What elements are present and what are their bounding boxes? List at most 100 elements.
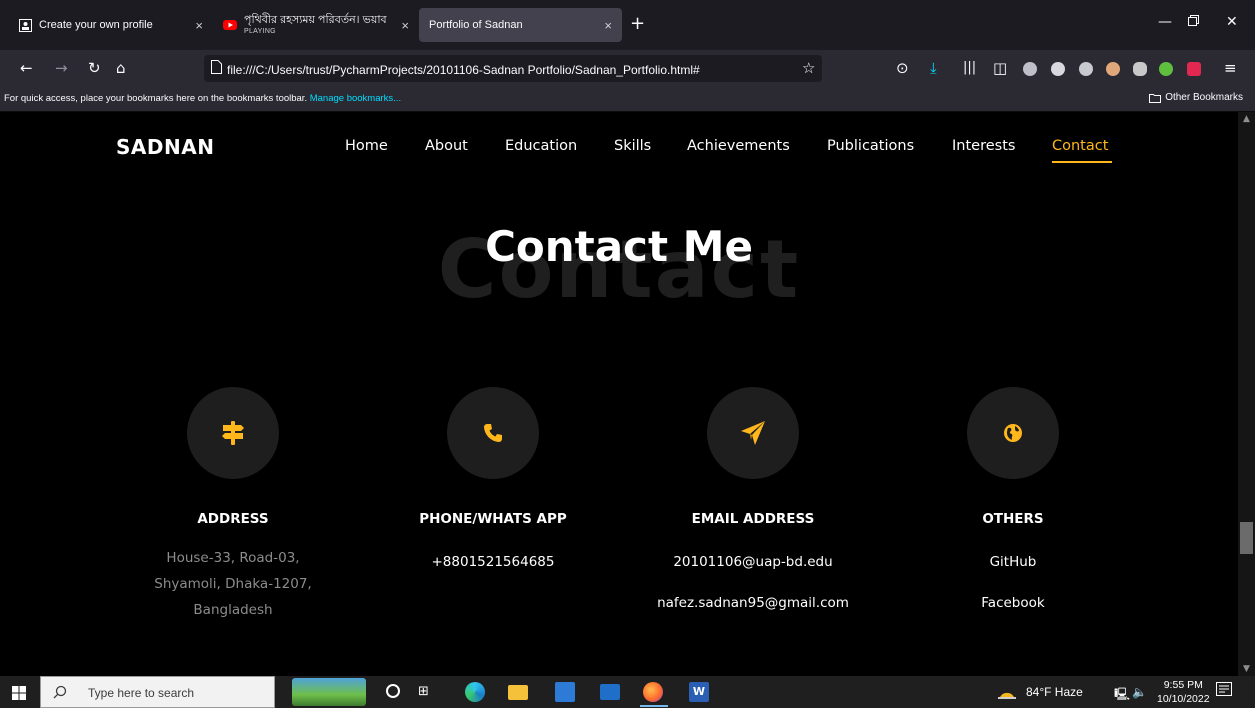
- windows-taskbar: Type here to search ⊞ W 84°F Haze 🖳 🔈 9:…: [0, 676, 1255, 708]
- word-icon[interactable]: W: [689, 682, 709, 702]
- site-logo[interactable]: SADNAN: [116, 135, 214, 159]
- page-content: SADNAN Home About Education Skills Achie…: [0, 112, 1238, 676]
- color-extension-icon[interactable]: [1159, 62, 1173, 76]
- nav-publications[interactable]: Publications: [827, 138, 914, 154]
- tab-youtube[interactable]: পৃথিবীর রহস্যময় পরিবর্তন। ভয়াব PLAYING…: [213, 8, 419, 42]
- search-icon: [53, 685, 67, 699]
- email-address[interactable]: 20101106@uap-bd.edu: [638, 552, 868, 572]
- close-tab-icon[interactable]: ×: [401, 18, 409, 33]
- contact-card-others: OTHERS GitHub Facebook: [898, 387, 1128, 613]
- globe-extension-icon[interactable]: [1051, 62, 1065, 76]
- github-link[interactable]: GitHub: [898, 552, 1128, 572]
- weather-icon: [998, 683, 1016, 702]
- phone-number[interactable]: +8801521564685: [378, 552, 608, 572]
- volume-icon[interactable]: 🔈: [1132, 685, 1147, 699]
- minimize-icon[interactable]: —: [1158, 14, 1172, 30]
- tab-title: Portfolio of Sadnan: [429, 19, 523, 31]
- contact-title: OTHERS: [982, 511, 1044, 527]
- bookmarks-toolbar: For quick access, place your bookmarks h…: [0, 86, 1255, 112]
- address-line: House-33, Road-03,: [166, 550, 300, 566]
- extension-icon[interactable]: [1079, 62, 1093, 76]
- pocket-icon[interactable]: ⊙: [896, 58, 909, 78]
- url-text: file:///C:/Users/trust/PycharmProjects/2…: [227, 63, 700, 77]
- back-icon[interactable]: ←: [20, 58, 33, 78]
- cortana-icon[interactable]: [386, 684, 400, 698]
- nav-interests[interactable]: Interests: [952, 138, 1015, 154]
- folder-icon: [1149, 93, 1162, 103]
- signpost-icon: [222, 421, 244, 445]
- download-icon[interactable]: ⤓: [930, 58, 937, 78]
- youtube-icon: [223, 18, 237, 32]
- bookmark-star-icon[interactable]: ☆: [802, 58, 815, 78]
- weather-text[interactable]: 84°F Haze: [1026, 685, 1083, 699]
- contact-title: PHONE/WHATS APP: [419, 511, 567, 527]
- contact-card-address: ADDRESS House-33, Road-03, Shyamoli, Dha…: [118, 387, 348, 623]
- search-placeholder: Type here to search: [88, 686, 195, 700]
- camera-extension-icon[interactable]: [1187, 62, 1201, 76]
- page-info-icon[interactable]: [211, 59, 222, 79]
- contact-title: EMAIL ADDRESS: [691, 511, 815, 527]
- mail-icon[interactable]: [600, 684, 620, 700]
- phone-icon: [484, 424, 502, 442]
- clock-time: 9:55 PM: [1163, 679, 1203, 691]
- profile-tab-icon: [18, 18, 32, 32]
- section-title: Contact Me: [485, 222, 753, 271]
- manage-bookmarks-link[interactable]: Manage bookmarks...: [310, 93, 401, 104]
- close-tab-icon[interactable]: ×: [195, 18, 203, 33]
- contact-card-email: EMAIL ADDRESS 20101106@uap-bd.edu nafez.…: [638, 387, 868, 613]
- menu-icon[interactable]: ≡: [1224, 58, 1237, 78]
- edge-icon[interactable]: [465, 682, 485, 702]
- network-icon[interactable]: 🖳: [1114, 685, 1130, 706]
- address-line: Bangladesh: [193, 602, 273, 618]
- email-address[interactable]: nafez.sadnan95@gmail.com: [638, 593, 868, 613]
- nav-about[interactable]: About: [425, 138, 468, 154]
- scroll-down-icon[interactable]: ▼: [1243, 664, 1250, 674]
- close-tab-icon[interactable]: ×: [604, 18, 612, 33]
- email-icon-circle: [707, 387, 799, 479]
- home-icon[interactable]: ⌂: [116, 58, 126, 78]
- globe-icon: [1004, 424, 1022, 442]
- address-line: Shyamoli, Dhaka-1207,: [154, 576, 312, 592]
- tab-title: পৃথিবীর রহস্যময় পরিবর্তন। ভয়াব: [244, 13, 387, 26]
- other-bookmarks-button[interactable]: Other Bookmarks: [1149, 92, 1243, 103]
- bookmarks-hint: For quick access, place your bookmarks h…: [4, 93, 308, 104]
- new-tab-button[interactable]: +: [630, 14, 645, 34]
- sidebar-icon[interactable]: ◫: [993, 58, 1007, 78]
- tab-portfolio[interactable]: Portfolio of Sadnan ×: [419, 8, 622, 42]
- notifications-icon[interactable]: [1216, 682, 1232, 703]
- tab-strip: Create your own profile × পৃথিবীর রহস্যম…: [0, 0, 1255, 50]
- others-icon-circle: [967, 387, 1059, 479]
- cloud-extension-icon[interactable]: [1133, 62, 1147, 76]
- avatar-extension-icon[interactable]: [1106, 62, 1120, 76]
- windows-start-icon[interactable]: [12, 685, 26, 704]
- nav-contact[interactable]: Contact: [1052, 138, 1108, 154]
- facebook-link[interactable]: Facebook: [898, 593, 1128, 613]
- paper-plane-icon: [741, 421, 765, 445]
- reload-icon[interactable]: ↻: [88, 58, 101, 78]
- file-explorer-icon[interactable]: [508, 685, 528, 700]
- active-app-indicator: [640, 705, 668, 707]
- forward-icon[interactable]: →: [55, 58, 68, 78]
- nav-education[interactable]: Education: [505, 138, 577, 154]
- nav-home[interactable]: Home: [345, 138, 388, 154]
- shield-extension-icon[interactable]: [1023, 62, 1037, 76]
- close-window-icon[interactable]: ✕: [1226, 14, 1238, 30]
- scrollbar-thumb[interactable]: [1240, 522, 1253, 554]
- firefox-icon[interactable]: [643, 682, 663, 702]
- search-highlight-image[interactable]: [292, 678, 366, 706]
- nav-achievements[interactable]: Achievements: [687, 138, 790, 154]
- library-icon[interactable]: |||: [963, 58, 976, 78]
- active-nav-underline: [1052, 161, 1112, 163]
- taskbar-search-box[interactable]: Type here to search: [40, 676, 275, 708]
- store-icon[interactable]: [555, 682, 575, 702]
- clock[interactable]: 9:55 PM 10/10/2022: [1157, 678, 1210, 706]
- scroll-up-icon[interactable]: ▲: [1243, 114, 1250, 124]
- page-scrollbar[interactable]: [1238, 112, 1255, 676]
- nav-skills[interactable]: Skills: [614, 138, 651, 154]
- tab-create-profile[interactable]: Create your own profile ×: [8, 8, 213, 42]
- navigation-toolbar: ← → ↻ ⌂ file:///C:/Users/trust/PycharmPr…: [0, 50, 1255, 86]
- task-view-icon[interactable]: ⊞: [418, 684, 434, 700]
- contact-title: ADDRESS: [197, 511, 269, 527]
- phone-icon-circle: [447, 387, 539, 479]
- restore-icon[interactable]: [1188, 14, 1199, 30]
